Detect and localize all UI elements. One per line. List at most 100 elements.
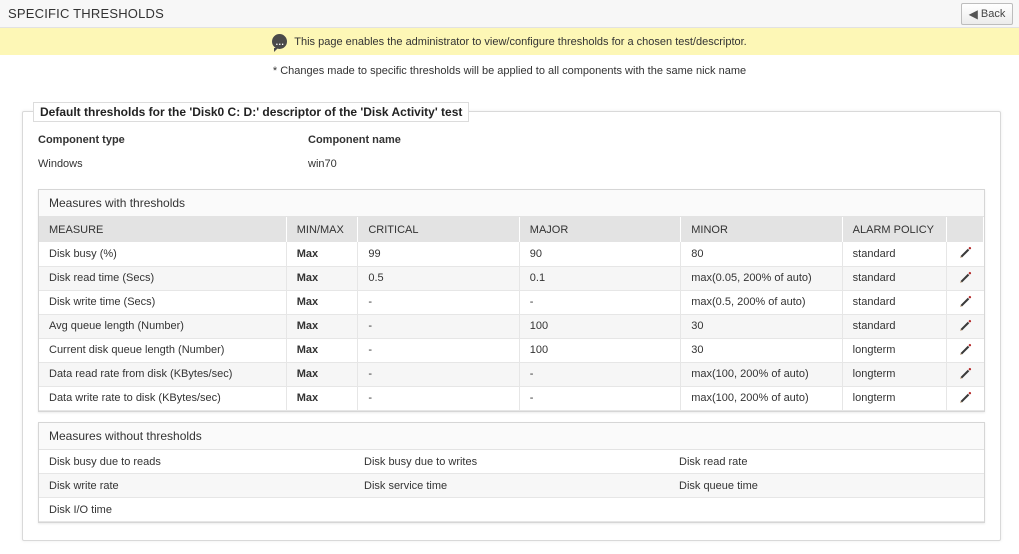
critical-cell: - [357, 290, 520, 315]
major-cell: - [519, 362, 682, 387]
column-header-actions [946, 217, 985, 242]
alarm-policy-cell: standard [842, 290, 947, 315]
column-header-minmax: MIN/MAX [286, 217, 359, 242]
alarm-policy-cell: longterm [842, 386, 947, 411]
edit-cell [946, 338, 984, 363]
list-item: Disk queue time [669, 474, 984, 498]
back-button-label: Back [980, 8, 1006, 20]
pencil-icon[interactable] [958, 342, 972, 356]
table-row: Data write rate to disk (KBytes/sec) Max -… [39, 386, 984, 411]
major-cell: 100 [519, 314, 682, 339]
alarm-policy-cell: longterm [842, 362, 947, 387]
column-header-measure: MEASURE [39, 217, 287, 242]
minmax-cell: Max [286, 266, 359, 291]
changes-note: * Changes made to specific thresholds wi… [272, 65, 747, 77]
minor-cell: 30 [680, 338, 843, 363]
minor-cell: 80 [680, 242, 843, 267]
edit-cell [946, 242, 984, 267]
edit-cell [946, 362, 984, 387]
table-header-row: MEASURE MIN/MAX CRITICAL MAJOR MINOR ALA… [39, 217, 985, 242]
panel-legend: Default thresholds for the 'Disk0 C: D:'… [33, 102, 470, 122]
list-item [669, 498, 984, 522]
list-item [354, 498, 669, 522]
column-header-major: MAJOR [519, 217, 682, 242]
column-header-alarm-policy: ALARM POLICY [842, 217, 947, 242]
thresholds-table: MEASURE MIN/MAX CRITICAL MAJOR MINOR ALA… [39, 217, 985, 411]
list-item: Disk read rate [669, 450, 984, 474]
measures-without-thresholds-title: Measures without thresholds [39, 423, 984, 450]
major-cell: 90 [519, 242, 682, 267]
major-cell: - [519, 386, 682, 411]
component-name-value: win70 [308, 158, 337, 170]
pencil-icon[interactable] [958, 294, 972, 308]
minor-cell: max(0.05, 200% of auto) [680, 266, 843, 291]
back-arrow-icon: ◀ [968, 7, 978, 21]
measure-cell: Data read rate from disk (KBytes/sec) [39, 362, 287, 387]
list-item: Disk busy due to writes [354, 450, 669, 474]
component-name-label: Component name [308, 134, 401, 146]
measures-with-thresholds-title: Measures with thresholds [39, 190, 984, 217]
minor-cell: max(0.5, 200% of auto) [680, 290, 843, 315]
list-item: Disk service time [354, 474, 669, 498]
table-row: Disk write time (Secs) Max - - max(0.5, 200%… [39, 290, 984, 315]
pencil-icon[interactable] [958, 245, 972, 259]
measure-cell: Disk busy (%) [39, 242, 287, 267]
table-row: Disk busy (%) Max 99 90 80 standard [39, 242, 984, 267]
page-title: SPECIFIC THRESHOLDS [8, 6, 164, 21]
list-row: Disk write rate Disk service time Disk que… [39, 474, 984, 498]
minor-cell: max(100, 200% of auto) [680, 386, 843, 411]
alarm-policy-cell: standard [842, 314, 947, 339]
info-message: This page enables the administrator to v… [294, 35, 747, 48]
major-cell: - [519, 290, 682, 315]
measure-cell: Current disk queue length (Number) [39, 338, 287, 363]
measure-cell: Data write rate to disk (KBytes/sec) [39, 386, 287, 411]
alarm-policy-cell: standard [842, 242, 947, 267]
alarm-policy-cell: standard [842, 266, 947, 291]
pencil-icon[interactable] [958, 390, 972, 404]
major-cell: 100 [519, 338, 682, 363]
critical-cell: - [357, 362, 520, 387]
critical-cell: - [357, 338, 520, 363]
pencil-icon[interactable] [958, 318, 972, 332]
list-item: Disk I/O time [39, 498, 354, 522]
speech-bubble-icon: … [272, 34, 288, 52]
column-header-minor: MINOR [680, 217, 843, 242]
top-bar: SPECIFIC THRESHOLDS ◀ Back [0, 0, 1019, 28]
table-row: Disk read time (Secs) Max 0.5 0.1 max(0.05, … [39, 266, 984, 291]
back-button[interactable]: ◀ Back [961, 3, 1013, 25]
info-bar: … This page enables the administrator to… [0, 28, 1019, 55]
minmax-cell: Max [286, 362, 359, 387]
list-item: Disk write rate [39, 474, 354, 498]
table-row: Current disk queue length (Number) Max -10… [39, 338, 984, 363]
minor-cell: max(100, 200% of auto) [680, 362, 843, 387]
measure-cell: Avg queue length (Number) [39, 314, 287, 339]
critical-cell: 99 [357, 242, 520, 267]
measure-cell: Disk read time (Secs) [39, 266, 287, 291]
measures-with-thresholds: Measures with thresholds MEASURE MIN/MAX… [38, 189, 985, 412]
component-type-value: Windows [38, 158, 83, 170]
critical-cell: - [357, 314, 520, 339]
pencil-icon[interactable] [958, 366, 972, 380]
table-row: Data read rate from disk (KBytes/sec) Max… [39, 362, 984, 387]
major-cell: 0.1 [519, 266, 682, 291]
measures-without-thresholds-list: Disk busy due to reads Disk busy due to w… [39, 450, 984, 522]
critical-cell: 0.5 [357, 266, 520, 291]
column-header-critical: CRITICAL [357, 217, 520, 242]
minmax-cell: Max [286, 338, 359, 363]
edit-cell [946, 386, 984, 411]
minmax-cell: Max [286, 290, 359, 315]
minmax-cell: Max [286, 242, 359, 267]
minmax-cell: Max [286, 314, 359, 339]
list-item: Disk busy due to reads [39, 450, 354, 474]
edit-cell [946, 266, 984, 291]
measure-cell: Disk write time (Secs) [39, 290, 287, 315]
measures-without-thresholds: Measures without thresholds Disk busy du… [38, 422, 985, 523]
list-row: Disk busy due to reads Disk busy due to w… [39, 450, 984, 474]
edit-cell [946, 290, 984, 315]
minor-cell: 30 [680, 314, 843, 339]
pencil-icon[interactable] [958, 270, 972, 284]
critical-cell: - [357, 386, 520, 411]
edit-cell [946, 314, 984, 339]
minmax-cell: Max [286, 386, 359, 411]
component-type-label: Component type [38, 134, 125, 146]
